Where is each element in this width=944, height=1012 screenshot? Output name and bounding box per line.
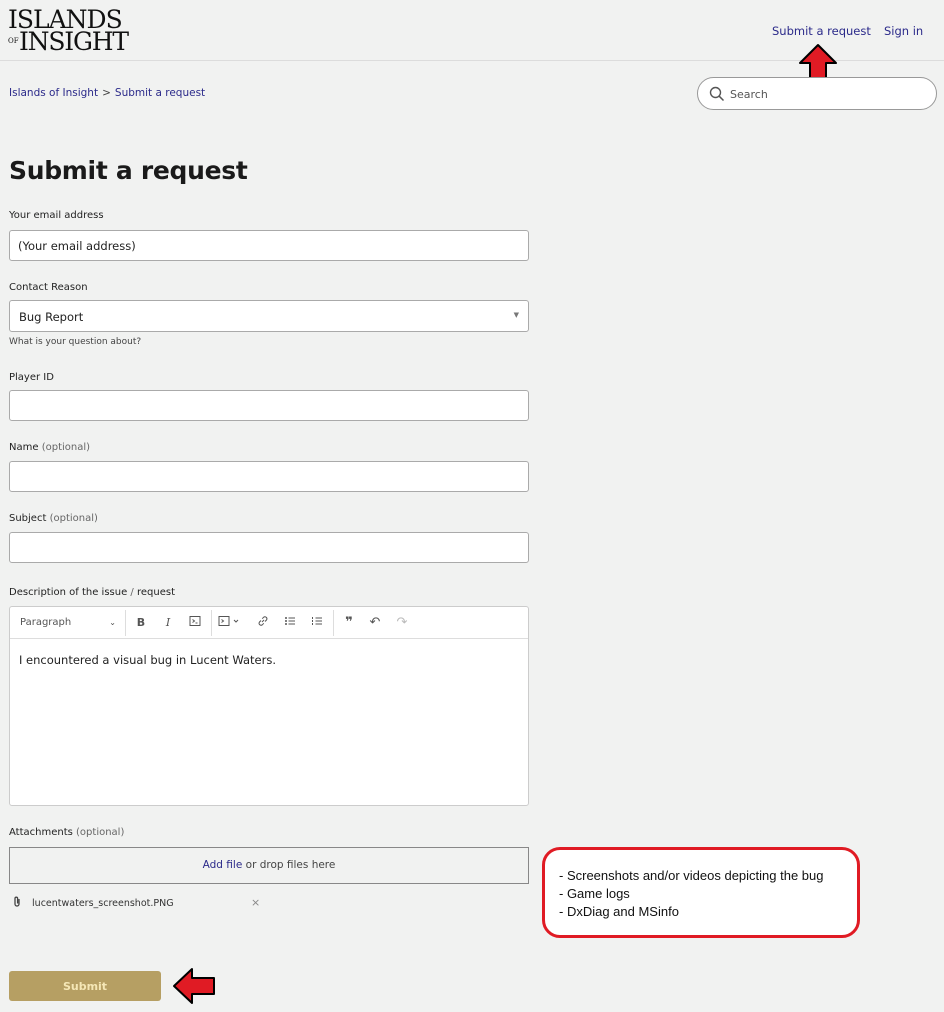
name-field-wrapper (9, 461, 529, 492)
search-input[interactable] (730, 84, 920, 104)
note-line: - Game logs (559, 886, 630, 901)
name-label-text: Name (9, 442, 39, 453)
contact-reason-value: Bug Report (19, 310, 84, 324)
note-line: - DxDiag and MSinfo (559, 904, 679, 919)
code-block-icon[interactable] (218, 615, 244, 631)
attached-file-name: lucentwaters_screenshot.PNG (32, 898, 174, 909)
bulleted-list-icon[interactable] (283, 615, 297, 631)
bold-icon[interactable]: B (134, 615, 148, 631)
description-editor: Paragraph ⌄ B I ❞ ↶ ↷ I encountered a vi… (9, 606, 529, 806)
subject-field[interactable] (10, 533, 528, 562)
breadcrumb-current-link[interactable]: Submit a request (115, 87, 205, 99)
toolbar-divider (333, 610, 334, 636)
attached-file: lucentwaters_screenshot.PNG (13, 896, 174, 909)
attachments-optional-text: (optional) (76, 827, 125, 838)
search-icon (709, 86, 725, 102)
breadcrumb-separator: > (102, 87, 111, 99)
drop-files-text: or drop files here (245, 859, 336, 871)
search-box[interactable] (697, 77, 937, 110)
description-label-request: request (136, 587, 175, 598)
name-field[interactable] (10, 462, 528, 491)
paragraph-format-label: Paragraph (20, 617, 72, 628)
chevron-down-icon: ▼ (513, 311, 519, 319)
paragraph-format-select[interactable]: Paragraph ⌄ (20, 615, 120, 631)
logo-word-of: OF (8, 37, 19, 45)
email-field[interactable] (10, 231, 528, 260)
remove-file-icon[interactable]: × (251, 896, 260, 909)
player-id-field[interactable] (10, 391, 528, 420)
numbered-list-icon[interactable] (310, 615, 324, 631)
subject-label: Subject (optional) (9, 513, 98, 524)
paperclip-icon (13, 896, 24, 909)
left-arrow-annotation-icon (173, 968, 215, 1004)
page-title: Submit a request (9, 156, 248, 185)
nav-sign-in-link[interactable]: Sign in (884, 24, 923, 38)
subject-optional-text: (optional) (49, 513, 98, 524)
player-id-field-wrapper (9, 390, 529, 421)
note-line: - Screenshots and/or videos depicting th… (559, 868, 824, 883)
editor-content[interactable]: I encountered a visual bug in Lucent Wat… (19, 653, 276, 667)
description-label-slash: / (130, 587, 134, 598)
breadcrumb-home-link[interactable]: Islands of Insight (9, 87, 98, 99)
subject-label-text: Subject (9, 513, 47, 524)
contact-reason-select[interactable]: Bug Report ▼ (9, 300, 529, 332)
redo-icon[interactable]: ↷ (395, 615, 409, 631)
subject-field-wrapper (9, 532, 529, 563)
file-dropzone[interactable]: Add file or drop files here (9, 847, 529, 884)
contact-reason-hint: What is your question about? (9, 337, 142, 347)
code-icon[interactable] (188, 615, 202, 631)
description-label-text: Description of the issue (9, 587, 128, 598)
name-optional-text: (optional) (41, 442, 91, 453)
brand-logo[interactable]: ISLANDS OF INSIGHT (8, 7, 129, 54)
attachments-label-text: Attachments (9, 827, 73, 838)
nav-submit-request-link[interactable]: Submit a request (772, 24, 871, 38)
blockquote-icon[interactable]: ❞ (342, 615, 356, 631)
undo-icon[interactable]: ↶ (368, 615, 382, 631)
chevron-down-icon: ⌄ (109, 618, 116, 627)
add-file-link[interactable]: Add file (203, 859, 243, 871)
email-label: Your email address (9, 210, 104, 221)
contact-reason-label: Contact Reason (9, 282, 88, 293)
player-id-label: Player ID (9, 372, 54, 383)
editor-toolbar: Paragraph ⌄ B I ❞ ↶ ↷ (10, 607, 528, 639)
description-label: Description of the issue / request (9, 587, 175, 598)
email-field-wrapper (9, 230, 529, 261)
toolbar-divider (125, 610, 126, 636)
attachment-suggestions-note: - Screenshots and/or videos depicting th… (542, 847, 860, 938)
toolbar-divider (211, 610, 212, 636)
name-label: Name (optional) (9, 442, 90, 453)
italic-icon[interactable]: I (161, 615, 175, 631)
logo-word-insight: INSIGHT (19, 27, 129, 56)
link-icon[interactable] (256, 615, 270, 631)
attachments-label: Attachments (optional) (9, 827, 124, 838)
breadcrumb: Islands of Insight > Submit a request (9, 87, 205, 99)
submit-button[interactable]: Submit (9, 971, 161, 1001)
